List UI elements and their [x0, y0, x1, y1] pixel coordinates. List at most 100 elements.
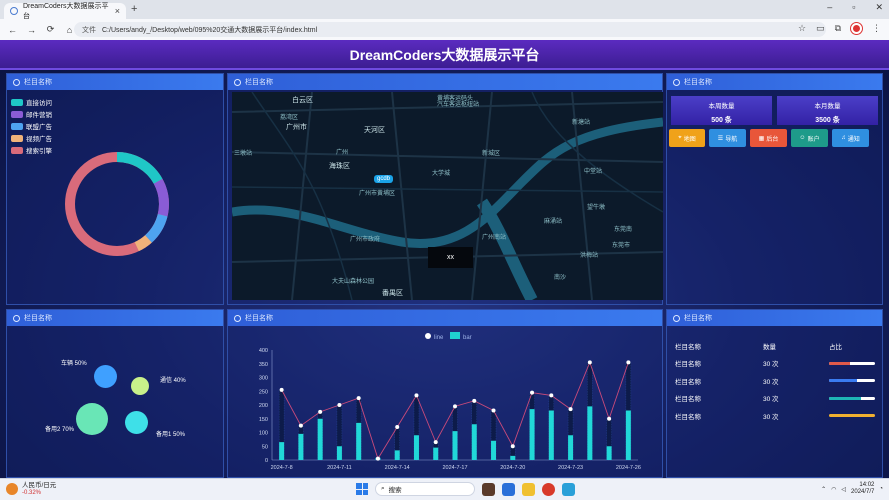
map-view[interactable]: 白云区 黄埔客运码头 汽车客运枢纽站 广州市 天河区 广州 新城区 海珠区 广州… [232, 92, 663, 300]
x-tick-label: 2024-7-8 [271, 465, 293, 471]
store-app-icon[interactable] [502, 482, 515, 496]
panel-title: 栏目名称 [24, 315, 52, 322]
line-point [607, 416, 612, 421]
table-row[interactable]: 栏目名称 30 次 [675, 390, 875, 408]
table-row[interactable]: 栏目名称 30 次 [675, 407, 875, 425]
legend-swatch [11, 122, 23, 130]
terminal-app-icon[interactable] [562, 482, 575, 496]
legend-item[interactable]: 视频广告 [11, 132, 52, 144]
x-tick-label: 2024-7-17 [442, 465, 467, 471]
browser-tab[interactable]: DreamCoders大数据展示平台 × [4, 3, 126, 20]
ticker-title: 人民币/日元 [22, 482, 57, 489]
close-tab-icon[interactable]: × [115, 6, 120, 16]
x-tick-label: 2024-7-11 [327, 465, 352, 471]
menu-icon[interactable]: ⋮ [872, 23, 881, 34]
line-point [510, 444, 515, 449]
row-count: 30 次 [763, 413, 779, 421]
panel-table: 栏目名称 栏目名称 数量 占比 栏目名称 30 次 栏目名称 30 次 栏目名称 30 次… [666, 309, 883, 478]
account-button[interactable]: ☺ 账户 [791, 129, 828, 147]
extensions-icon[interactable]: ⧉ [835, 23, 841, 34]
map-label: 三墩站 [234, 151, 253, 157]
y-tick-label: 100 [259, 431, 268, 437]
y-tick-label: 200 [259, 403, 268, 409]
nav-button[interactable]: ☰ 导航 [709, 129, 746, 147]
line-point [549, 393, 554, 398]
sidebar-icon[interactable]: ▭ [816, 23, 825, 34]
maximize-button[interactable]: ▫ [852, 2, 855, 13]
map-label: 大学城 [432, 171, 451, 177]
legend-swatch [11, 98, 23, 106]
button-label: 导航 [725, 136, 738, 143]
map-overlay-button[interactable]: xx [428, 247, 473, 268]
legend-label: 搜索引擎 [26, 148, 52, 155]
row-count: 30 次 [763, 361, 779, 369]
legend-item[interactable]: 邮件营销 [11, 108, 52, 120]
panel-header: 栏目名称 [667, 74, 882, 90]
bubble-comm[interactable] [131, 377, 149, 395]
table-row[interactable]: 栏目名称 30 次 [675, 355, 875, 373]
windows-start-icon[interactable] [356, 483, 368, 495]
donut-chart [65, 152, 169, 256]
tab-title: DreamCoders大数据展示平台 [22, 3, 109, 20]
bar [529, 409, 535, 460]
panel-chart: 栏目名称 line bar 0 50 100 150 200 250 300 350 400 2024… [227, 309, 663, 478]
map-button[interactable]: ⌖ 地图 [669, 129, 705, 147]
new-tab-button[interactable]: + [131, 3, 137, 15]
bubble-vehicle[interactable] [94, 365, 117, 388]
panel-header: 栏目名称 [228, 74, 662, 90]
map-label: 广州南站 [482, 235, 507, 241]
minimize-button[interactable]: – [827, 2, 832, 13]
back-button[interactable]: ← [6, 25, 19, 35]
widget-ticker[interactable]: 人民币/日元 -0.32% [6, 482, 56, 496]
line-point [337, 403, 342, 407]
volume-icon[interactable]: ◁ [841, 486, 846, 493]
bubble-spare1[interactable] [125, 411, 148, 434]
folder-app-icon[interactable] [522, 482, 535, 496]
legend-item[interactable]: 搜索引擎 [11, 144, 52, 156]
donut-legend: 直接访问 邮件营销 联盟广告 视频广告 搜索引擎 [11, 96, 52, 156]
chevron-up-icon[interactable]: ⌃ [821, 486, 826, 493]
y-tick-label: 250 [259, 389, 268, 395]
map-label: 广州市黄埔区 [359, 191, 396, 197]
legend-item[interactable]: 联盟广告 [11, 120, 52, 132]
legend-swatch [11, 134, 23, 142]
line-point [472, 398, 477, 403]
map-pin[interactable]: gcdb [374, 175, 394, 183]
panel-title: 栏目名称 [245, 315, 273, 322]
taskbar-search[interactable]: ⌕ 搜索 [375, 482, 475, 496]
map-label: 洪梅站 [580, 253, 599, 259]
map-label: 汽车客运枢纽站 [437, 102, 480, 108]
notify-button[interactable]: ♫ 通知 [832, 129, 869, 147]
wifi-icon[interactable]: ◠ [831, 486, 836, 493]
widget-app-icon[interactable] [482, 482, 495, 496]
map-label: 中堂站 [584, 169, 603, 175]
address-bar[interactable]: 文件 C:/Users/andy_/Desktop/web/095%20交通大数… [74, 22, 826, 37]
bar [471, 424, 477, 460]
stat-label: 本周数量 [708, 103, 735, 110]
legend-label: 视频广告 [26, 136, 52, 143]
table-row[interactable]: 栏目名称 30 次 [675, 372, 875, 390]
legend-label: line [434, 335, 444, 341]
y-tick-label: 50 [262, 444, 268, 450]
reload-button[interactable]: ⟳ [44, 24, 57, 35]
panel-bubbles: 栏目名称 车辆 50% 通信 40% 备用2 70% 备用1 50% [6, 309, 224, 478]
legend-item[interactable]: 直接访问 [11, 96, 52, 108]
bell-icon[interactable]: ◔ [879, 486, 883, 492]
forward-button[interactable]: → [25, 25, 38, 35]
stat-week: 本周数量 500 条 [671, 96, 772, 125]
clock[interactable]: 14:02 2024/7/7 [851, 482, 874, 496]
bar [491, 440, 497, 460]
line-point [626, 360, 631, 365]
close-window-button[interactable]: ✕ [875, 2, 883, 13]
bar [548, 410, 554, 460]
bubble-spare2[interactable] [76, 403, 108, 435]
profile-avatar[interactable] [851, 23, 862, 34]
admin-button[interactable]: ▦ 后台 [750, 129, 787, 147]
bar [279, 442, 285, 460]
location-icon [234, 78, 241, 86]
map-label: 海珠区 [329, 163, 350, 170]
star-icon[interactable]: ☆ [798, 23, 806, 34]
chrome-app-icon[interactable] [542, 482, 555, 496]
button-label: 地图 [683, 136, 696, 143]
row-name: 栏目名称 [675, 361, 701, 369]
